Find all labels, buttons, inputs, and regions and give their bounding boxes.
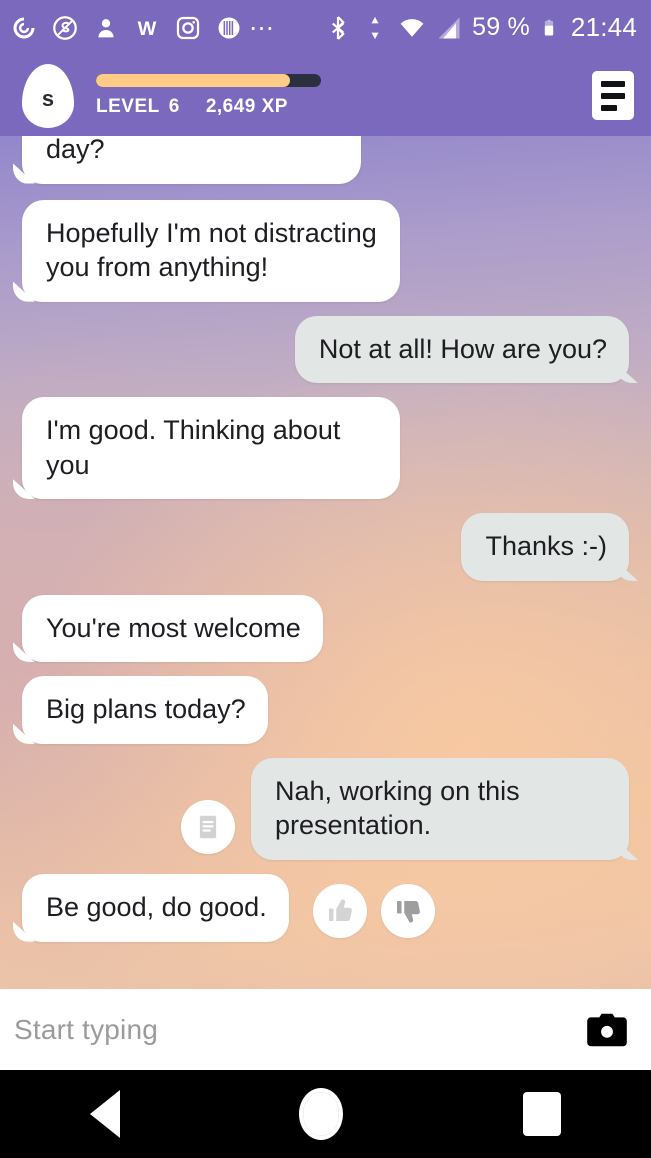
back-button[interactable]: [89, 1090, 120, 1138]
message-text: Nah, working on this presentation.: [275, 775, 520, 841]
phone-screen: W ⋯ 59 % 21:44 s LEVEL 6 2,649 XP day? H…: [0, 0, 651, 1158]
incoming-message-bubble[interactable]: I'm good. Thinking about you: [22, 397, 400, 500]
menu-line-3: [601, 104, 617, 111]
clock-time: 21:44: [570, 12, 637, 42]
status-overflow-icon: ⋯: [249, 13, 276, 42]
thumbs-up-icon[interactable]: [312, 883, 367, 938]
message-text: Hopefully I'm not distracting you from a…: [46, 217, 377, 283]
message-text: day?: [46, 136, 105, 164]
status-notification-icons: W: [10, 14, 243, 42]
incoming-message-bubble[interactable]: Hopefully I'm not distracting you from a…: [22, 199, 400, 302]
camera-icon[interactable]: [585, 1012, 629, 1048]
instagram-icon: [176, 16, 200, 39]
outgoing-message-bubble[interactable]: Thanks :-): [461, 513, 629, 581]
data-transfer-icon: [371, 16, 379, 39]
status-bar: W ⋯ 59 % 21:44: [0, 0, 651, 55]
battery-percent: 59 %: [472, 13, 530, 41]
incoming-message-bubble[interactable]: Big plans today?: [22, 676, 268, 744]
bluetooth-icon: [332, 15, 345, 40]
chat-message-row: Thanks :-): [22, 513, 629, 581]
chat-message-row: Nah, working on this presentation.: [22, 757, 629, 861]
outgoing-message-bubble[interactable]: Nah, working on this presentation.: [251, 757, 629, 861]
chat-message-row: about your rrer rrue yourday?: [22, 136, 629, 184]
incoming-message-bubble[interactable]: about your rrer rrue yourday?: [22, 136, 361, 184]
avatar-letter: s: [41, 85, 55, 111]
message-text: You're most welcome: [46, 612, 301, 643]
notes-menu-icon[interactable]: [592, 71, 634, 120]
chat-message-row: You're most welcome: [22, 594, 629, 663]
message-text: Not at all! How are you?: [318, 333, 607, 364]
message-text: Big plans today?: [46, 694, 246, 725]
message-text: Be good, do good.: [46, 892, 267, 923]
message-input-bar: Start typing: [0, 989, 651, 1070]
pocket-casts-icon: [13, 17, 35, 38]
chat-message-row: Not at all! How are you?: [22, 315, 629, 384]
w-app-icon: W: [138, 18, 157, 40]
menu-line-1: [601, 80, 625, 87]
level-progress-block: LEVEL 6 2,649 XP: [74, 73, 592, 118]
message-text: Thanks :-): [485, 531, 607, 562]
contact-person-icon: [98, 18, 114, 37]
chat-message-list[interactable]: about your rrer rrue yourday? Hopefully I…: [0, 136, 651, 989]
menu-line-2: [601, 92, 625, 99]
incoming-message-bubble[interactable]: You're most welcome: [22, 594, 323, 663]
svg-text:W: W: [138, 18, 157, 40]
cellular-signal-icon: [438, 17, 460, 38]
xp-progress-fill: [96, 73, 290, 87]
outgoing-message-bubble[interactable]: Not at all! How are you?: [294, 315, 629, 384]
level-value: 6: [168, 95, 180, 117]
incoming-message-bubble[interactable]: Be good, do good.: [22, 874, 289, 942]
message-text: I'm good. Thinking about you: [46, 415, 341, 480]
battery-icon: [544, 19, 554, 35]
avatar[interactable]: s: [22, 63, 74, 128]
skype-s-icon: [53, 15, 77, 40]
android-nav-bar: [0, 1070, 651, 1158]
level-row: LEVEL 6 2,649 XP: [96, 96, 592, 118]
recents-button[interactable]: [523, 1092, 562, 1136]
xp-progress-bar: [96, 73, 321, 87]
xp-value: 2,649 XP: [205, 95, 288, 117]
wifi-icon: [400, 18, 424, 37]
reaction-buttons: [312, 883, 435, 938]
document-note-icon[interactable]: [181, 800, 235, 855]
status-system-icons: 59 % 21:44: [324, 12, 637, 43]
home-button-inner: [303, 1092, 340, 1136]
chat-message-row: I'm good. Thinking about you: [22, 397, 629, 500]
message-input[interactable]: Start typing: [14, 1014, 585, 1046]
barcode-circle-icon: [218, 17, 240, 38]
chat-message-row: Big plans today?: [22, 676, 629, 744]
app-header: s LEVEL 6 2,649 XP: [0, 55, 651, 136]
chat-message-row: Be good, do good.: [22, 874, 629, 942]
level-label: LEVEL: [96, 95, 160, 117]
chat-message-row: Hopefully I'm not distracting you from a…: [22, 199, 629, 302]
home-button[interactable]: [299, 1088, 344, 1140]
thumbs-down-icon[interactable]: [380, 883, 435, 938]
